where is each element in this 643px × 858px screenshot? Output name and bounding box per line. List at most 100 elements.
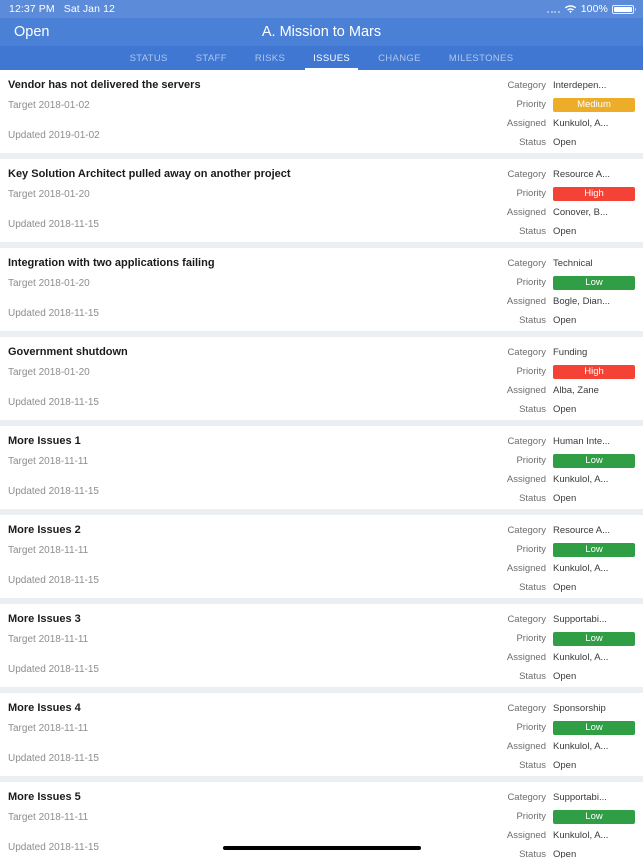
issue-meta-value-category: Supportabi... <box>553 614 607 625</box>
issue-meta-row-priority: Priority Low <box>497 451 635 470</box>
issue-meta-row-status: Status Open <box>497 756 635 775</box>
issue-meta-row-category: Category Funding <box>497 343 635 362</box>
issue-meta-label-status: Status <box>519 315 546 326</box>
issue-meta-label-status: Status <box>519 849 546 858</box>
issue-updated-date: Updated 2018-11-15 <box>8 842 99 854</box>
signal-dots-icon <box>547 5 560 13</box>
issue-title: Government shutdown <box>8 346 128 358</box>
issue-card[interactable]: Key Solution Architect pulled away on an… <box>0 159 643 242</box>
issue-meta-row-priority: Priority Low <box>497 807 635 826</box>
issue-meta-value-category: Supportabi... <box>553 792 607 803</box>
issue-meta-label-assigned: Assigned <box>506 385 546 396</box>
issue-meta-label-priority: Priority <box>516 188 546 199</box>
issue-updated-date: Updated 2018-11-15 <box>8 664 99 676</box>
issue-card-summary: More Issues 5 Target 2018-11-11 Updated 20… <box>0 782 497 858</box>
issue-meta-label-assigned: Assigned <box>506 652 546 663</box>
tab-change[interactable]: CHANGE <box>364 46 435 70</box>
issue-target-date: Target 2018-01-20 <box>8 278 90 290</box>
issue-meta-row-category: Category Human Inte... <box>497 432 635 451</box>
issue-meta-label-category: Category <box>507 525 546 536</box>
issue-meta-label-category: Category <box>507 347 546 358</box>
issue-meta-label-priority: Priority <box>516 99 546 110</box>
issue-title: Vendor has not delivered the servers <box>8 79 201 91</box>
tab-staff[interactable]: STAFF <box>182 46 241 70</box>
issue-meta-row-priority: Priority Medium <box>497 95 635 114</box>
issue-card-meta: Category Supportabi... Priority Low Assigned… <box>497 604 643 687</box>
issue-meta-label-priority: Priority <box>516 277 546 288</box>
issue-meta-value-category: Resource A... <box>553 169 611 180</box>
issue-card[interactable]: More Issues 5 Target 2018-11-11 Updated 20… <box>0 782 643 858</box>
issue-meta-value-category: Sponsorship <box>553 703 606 714</box>
issue-meta-row-assigned: Assigned Kunkulol, A... <box>497 559 635 578</box>
issue-meta-row-priority: Priority High <box>497 184 635 203</box>
issue-card-summary: More Issues 3 Target 2018-11-11 Updated 20… <box>0 604 497 687</box>
issue-card-summary: Integration with two applications failin… <box>0 248 497 331</box>
issue-card-meta: Category Human Inte... Priority Low Assigned… <box>497 426 643 509</box>
issue-meta-row-assigned: Assigned Kunkulol, A... <box>497 114 635 133</box>
issue-meta-label-assigned: Assigned <box>506 563 546 574</box>
issue-meta-value-assigned: Kunkulol, A... <box>553 474 609 485</box>
issue-meta-value-assigned: Kunkulol, A... <box>553 741 609 752</box>
issue-meta-value-assigned: Bogle, Dian... <box>553 296 611 307</box>
issue-card[interactable]: More Issues 4 Target 2018-11-11 Updated 20… <box>0 693 643 776</box>
status-bar-date: Sat Jan 12 <box>63 3 115 15</box>
issue-meta-row-status: Status Open <box>497 845 635 858</box>
back-button-open[interactable]: Open <box>14 24 49 40</box>
issue-meta-value-status: Open <box>553 226 577 237</box>
status-bar: 12:37 PM Sat Jan 12 100% <box>0 0 643 18</box>
issue-card[interactable]: More Issues 3 Target 2018-11-11 Updated 20… <box>0 604 643 687</box>
issue-title: More Issues 5 <box>8 791 81 803</box>
issue-meta-value-assigned: Kunkulol, A... <box>553 118 609 129</box>
issue-meta-row-assigned: Assigned Kunkulol, A... <box>497 470 635 489</box>
issue-meta-label-status: Status <box>519 137 546 148</box>
priority-badge: High <box>553 186 635 201</box>
issue-meta-label-status: Status <box>519 226 546 237</box>
issue-card-summary: More Issues 4 Target 2018-11-11 Updated 20… <box>0 693 497 776</box>
issue-meta-value-assigned: Kunkulol, A... <box>553 652 609 663</box>
issue-meta-label-category: Category <box>507 258 546 269</box>
issue-card[interactable]: Integration with two applications failin… <box>0 248 643 331</box>
priority-badge: Low <box>553 720 635 735</box>
issue-meta-label-category: Category <box>507 792 546 803</box>
issue-meta-row-status: Status Open <box>497 133 635 152</box>
issue-meta-value-assigned: Kunkulol, A... <box>553 563 609 574</box>
issue-card[interactable]: Vendor has not delivered the servers Targ… <box>0 70 643 153</box>
issue-meta-label-status: Status <box>519 582 546 593</box>
issue-meta-label-priority: Priority <box>516 544 546 555</box>
issue-meta-label-priority: Priority <box>516 811 546 822</box>
issue-meta-value-status: Open <box>553 671 577 682</box>
issue-meta-label-status: Status <box>519 671 546 682</box>
issue-title: More Issues 4 <box>8 702 81 714</box>
issue-meta-label-priority: Priority <box>516 455 546 466</box>
tab-milestones[interactable]: MILESTONES <box>435 46 528 70</box>
issue-target-date: Target 2018-01-02 <box>8 100 90 112</box>
tab-issues[interactable]: ISSUES <box>299 46 364 70</box>
issue-meta-value-category: Human Inte... <box>553 436 611 447</box>
issue-meta-label-category: Category <box>507 169 546 180</box>
issue-card[interactable]: Government shutdown Target 2018-01-20 Upda… <box>0 337 643 420</box>
issue-meta-value-category: Interdepen... <box>553 80 607 91</box>
tab-risks[interactable]: RISKS <box>241 46 299 70</box>
issue-card-meta: Category Technical Priority Low Assigned Bogl… <box>497 248 643 331</box>
page-title: A. Mission to Mars <box>261 24 382 40</box>
issue-card[interactable]: More Issues 2 Target 2018-11-11 Updated 20… <box>0 515 643 598</box>
issue-meta-value-assigned: Conover, B... <box>553 207 608 218</box>
issue-meta-row-status: Status Open <box>497 311 635 330</box>
issue-meta-label-category: Category <box>507 703 546 714</box>
issue-meta-label-category: Category <box>507 436 546 447</box>
issue-meta-row-category: Category Resource A... <box>497 521 635 540</box>
issue-meta-row-priority: Priority High <box>497 362 635 381</box>
issue-meta-row-assigned: Assigned Kunkulol, A... <box>497 648 635 667</box>
issue-updated-date: Updated 2018-11-15 <box>8 308 99 320</box>
issues-list[interactable]: Vendor has not delivered the servers Targ… <box>0 70 643 858</box>
issue-title: More Issues 1 <box>8 435 81 447</box>
issue-meta-label-status: Status <box>519 760 546 771</box>
tab-status[interactable]: STATUS <box>116 46 182 70</box>
issue-title: More Issues 2 <box>8 524 81 536</box>
issue-meta-value-status: Open <box>553 137 577 148</box>
issue-card[interactable]: More Issues 1 Target 2018-11-11 Updated 20… <box>0 426 643 509</box>
issue-meta-label-assigned: Assigned <box>506 118 546 129</box>
issue-meta-row-assigned: Assigned Conover, B... <box>497 203 635 222</box>
issue-title: More Issues 3 <box>8 613 81 625</box>
issue-meta-row-assigned: Assigned Bogle, Dian... <box>497 292 635 311</box>
